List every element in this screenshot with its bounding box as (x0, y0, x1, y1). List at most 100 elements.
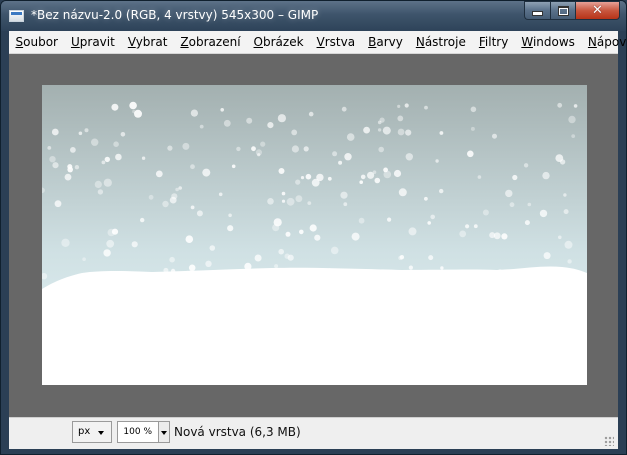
snowflake (505, 189, 513, 198)
snowflake (169, 196, 177, 204)
snowflake (52, 162, 59, 169)
snowflake (277, 114, 286, 123)
menu-nastroje[interactable]: Nástroje (409, 31, 472, 53)
snowflake (542, 171, 550, 180)
snowflake (340, 191, 348, 199)
snowflake (84, 128, 89, 133)
resize-grip-icon[interactable] (604, 436, 614, 446)
snowflake (473, 224, 478, 229)
snowflake (524, 220, 530, 226)
snowflake (220, 108, 224, 112)
snowflake (104, 156, 110, 163)
snowflake (477, 175, 482, 179)
snowflake (470, 126, 475, 131)
close-button[interactable]: ✕ (576, 1, 620, 20)
canvas-workspace[interactable] (9, 54, 618, 417)
snowflake (424, 196, 428, 201)
snowflake (97, 189, 104, 195)
snowflake (175, 187, 179, 192)
menu-label: pravit (79, 35, 115, 49)
snowflake (435, 159, 439, 163)
menu-upravit[interactable]: Upravit (64, 31, 121, 53)
menu-label: arvy (376, 35, 403, 49)
snowflake (338, 160, 343, 165)
snowflake (372, 170, 377, 174)
menu-accelerator: N (415, 35, 425, 49)
menu-barvy[interactable]: Barvy (362, 31, 410, 53)
snowflake (303, 146, 309, 152)
snowflake (405, 129, 412, 136)
snowflake (308, 111, 314, 117)
snowflake (557, 102, 563, 108)
menu-zobrazeni[interactable]: Zobrazení (174, 31, 247, 53)
snowflake (571, 134, 576, 138)
menu-accelerator: S (15, 35, 24, 49)
snowflake (327, 176, 332, 181)
snowflake (101, 160, 106, 165)
snowflake (467, 150, 474, 158)
snowflake (129, 101, 137, 110)
snowflake (281, 191, 286, 196)
snowflake (267, 122, 274, 129)
menu-vrstva[interactable]: Vrstva (310, 31, 362, 53)
snow-scene-image (42, 85, 587, 385)
zoom-dropdown-button[interactable] (158, 421, 170, 443)
snowflake (346, 133, 355, 141)
snowflake (278, 248, 284, 255)
snowflake (291, 145, 299, 153)
snowflake (300, 176, 305, 180)
snowflake (428, 255, 434, 261)
snowflake (482, 209, 489, 216)
status-bar: px 100 % Nová vrstva (6,3 MB) (9, 417, 618, 449)
minimize-button[interactable] (524, 1, 550, 20)
menu-label: indows (532, 35, 575, 49)
snowflake (358, 217, 365, 224)
snowflake (131, 241, 138, 248)
maximize-icon (557, 5, 569, 16)
snowflake (274, 264, 279, 269)
window-icon[interactable] (9, 10, 24, 22)
close-icon: ✕ (592, 3, 603, 18)
dropdown-arrow-icon (98, 431, 104, 435)
menu-label: ástroje (424, 35, 466, 49)
snowflake (190, 164, 195, 170)
snowflake (330, 246, 339, 255)
snowflake (285, 231, 291, 237)
snowflake (305, 173, 312, 180)
snowflake (205, 260, 212, 267)
snowflake (196, 210, 203, 217)
snowflake (61, 238, 70, 247)
snowflake (111, 228, 119, 235)
snowflake (78, 131, 83, 136)
snowflake (539, 209, 548, 218)
menu-vybrat[interactable]: Vybrat (121, 31, 174, 53)
unit-selector[interactable]: px (72, 421, 112, 443)
maximize-button[interactable] (550, 1, 576, 20)
snowflake (169, 256, 175, 263)
snowflake (509, 202, 515, 208)
snowflake (291, 129, 298, 136)
snowflake (470, 106, 477, 113)
snowflake (377, 120, 382, 125)
menu-soubor[interactable]: Soubor (9, 31, 64, 53)
snowflake (378, 146, 385, 153)
snowflake (188, 264, 196, 272)
snowflake (286, 197, 295, 206)
snowflake (573, 104, 578, 108)
snowflake (493, 232, 501, 240)
title-bar[interactable]: *Bez názvu-2.0 (RGB, 4 vrstvy) 545x300 –… (1, 1, 626, 31)
menu-obrazek[interactable]: Obrázek (247, 31, 310, 53)
menu-napoveda[interactable]: Nápověda (581, 31, 626, 53)
menu-label: brázek (262, 35, 304, 49)
snowflake (555, 154, 564, 162)
snowflake (111, 103, 119, 111)
snowflake (387, 217, 392, 222)
menu-windows[interactable]: Windows (515, 31, 582, 53)
snowflake (563, 209, 569, 215)
snowflake (70, 147, 76, 153)
menu-filtry[interactable]: Filtry (472, 31, 514, 53)
snowflake (267, 198, 274, 205)
image-canvas[interactable] (42, 85, 587, 385)
snowflake (141, 156, 146, 160)
snowflake (309, 224, 317, 232)
